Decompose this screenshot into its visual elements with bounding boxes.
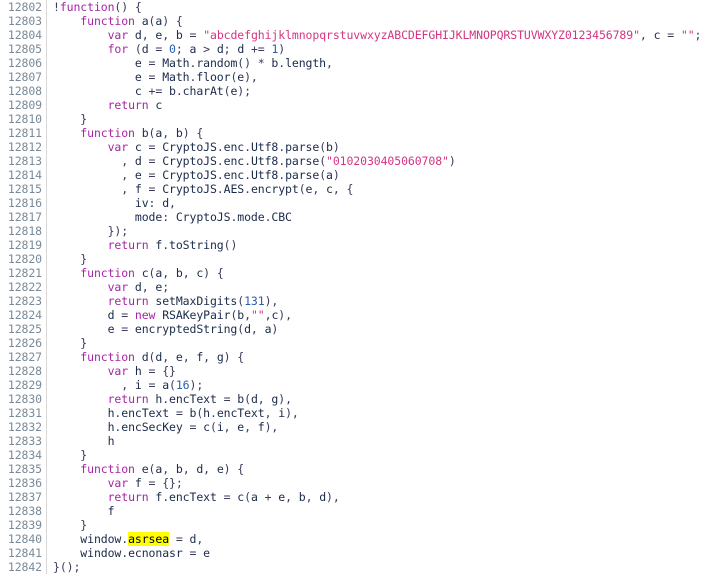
code-line[interactable]: function a(a) { [53, 14, 704, 28]
line-number: 12809 [7, 98, 42, 112]
code-line[interactable]: h.encSecKey = c(i, e, f), [53, 420, 704, 434]
code-line[interactable]: return f.encText = c(a + e, b, d), [53, 490, 704, 504]
code-line[interactable]: return f.toString() [53, 238, 704, 252]
line-number: 12836 [7, 476, 42, 490]
code-line[interactable]: var c = CryptoJS.enc.Utf8.parse(b) [53, 140, 704, 154]
line-number: 12829 [7, 378, 42, 392]
line-number: 12804 [7, 28, 42, 42]
code-line[interactable]: return c [53, 98, 704, 112]
search-match-highlight: asrsea [128, 532, 170, 546]
code-line[interactable]: } [53, 336, 704, 350]
code-line[interactable]: window.asrsea = d, [53, 532, 704, 546]
code-line[interactable]: function b(a, b) { [53, 126, 704, 140]
code-line[interactable]: }); [53, 224, 704, 238]
line-number: 12835 [7, 462, 42, 476]
line-number-gutter: 12802 12803 12804 12805 12806 12807 12808 12809… [0, 0, 47, 574]
code-line[interactable]: iv: d, [53, 196, 704, 210]
code-line[interactable]: var d, e; [53, 280, 704, 294]
code-line[interactable]: e = Math.floor(e), [53, 70, 704, 84]
code-line[interactable]: , e = CryptoJS.enc.Utf8.parse(a) [53, 168, 704, 182]
line-number: 12805 [7, 42, 42, 56]
line-number: 12808 [7, 84, 42, 98]
line-number: 12814 [7, 168, 42, 182]
line-number: 12841 [7, 546, 42, 560]
line-number: 12837 [7, 490, 42, 504]
code-line[interactable]: var d, e, b = "abcdefghijklmnopqrstuvwxy… [53, 28, 704, 42]
code-line[interactable]: } [53, 448, 704, 462]
line-number: 12830 [7, 392, 42, 406]
line-number: 12822 [7, 280, 42, 294]
line-number: 12839 [7, 518, 42, 532]
code-line[interactable]: var h = {} [53, 364, 704, 378]
code-editor[interactable]: 12802 12803 12804 12805 12806 12807 12808 12809… [0, 0, 704, 575]
line-number: 12832 [7, 420, 42, 434]
line-number: 12810 [7, 112, 42, 126]
line-number: 12812 [7, 140, 42, 154]
code-line[interactable]: , d = CryptoJS.enc.Utf8.parse("010203040… [53, 154, 704, 168]
code-line[interactable]: }(); [53, 560, 704, 574]
code-line[interactable]: !function() { [53, 0, 704, 14]
code-line[interactable]: c += b.charAt(e); [53, 84, 704, 98]
code-line[interactable]: mode: CryptoJS.mode.CBC [53, 210, 704, 224]
line-number: 12840 [7, 532, 42, 546]
code-line[interactable]: window.ecnonasr = e [53, 546, 704, 560]
code-line[interactable]: function c(a, b, c) { [53, 266, 704, 280]
line-number: 12820 [7, 252, 42, 266]
line-number: 12831 [7, 406, 42, 420]
line-number: 12833 [7, 434, 42, 448]
code-line[interactable]: function d(d, e, f, g) { [53, 350, 704, 364]
line-number: 12819 [7, 238, 42, 252]
code-line[interactable]: for (d = 0; a > d; d += 1) [53, 42, 704, 56]
line-number: 12821 [7, 266, 42, 280]
line-number: 12817 [7, 210, 42, 224]
code-line[interactable]: var f = {}; [53, 476, 704, 490]
line-number: 12803 [7, 14, 42, 28]
line-number: 12838 [7, 504, 42, 518]
line-number: 12826 [7, 336, 42, 350]
code-line[interactable]: e = Math.random() * b.length, [53, 56, 704, 70]
code-line[interactable]: return h.encText = b(d, g), [53, 392, 704, 406]
line-number: 12825 [7, 322, 42, 336]
line-number: 12823 [7, 294, 42, 308]
code-content-area[interactable]: !function() { function a(a) { var d, e, … [47, 0, 704, 574]
code-line[interactable]: , i = a(16); [53, 378, 704, 392]
code-line[interactable]: e = encryptedString(d, a) [53, 322, 704, 336]
code-line[interactable]: } [53, 112, 704, 126]
code-line[interactable]: h [53, 434, 704, 448]
code-line[interactable]: d = new RSAKeyPair(b,"",c), [53, 308, 704, 322]
line-number: 12834 [7, 448, 42, 462]
line-number: 12842 [7, 560, 42, 574]
code-line[interactable]: function e(a, b, d, e) { [53, 462, 704, 476]
line-number: 12816 [7, 196, 42, 210]
line-number: 12828 [7, 364, 42, 378]
line-number: 12827 [7, 350, 42, 364]
code-line[interactable]: } [53, 518, 704, 532]
line-number: 12813 [7, 154, 42, 168]
line-number: 12824 [7, 308, 42, 322]
line-number: 12818 [7, 224, 42, 238]
line-number: 12802 [7, 0, 42, 14]
line-number: 12811 [7, 126, 42, 140]
code-line[interactable]: f [53, 504, 704, 518]
line-number: 12806 [7, 56, 42, 70]
code-line[interactable]: } [53, 252, 704, 266]
line-number: 12815 [7, 182, 42, 196]
code-line[interactable]: return setMaxDigits(131), [53, 294, 704, 308]
line-number: 12807 [7, 70, 42, 84]
code-line[interactable]: h.encText = b(h.encText, i), [53, 406, 704, 420]
code-line[interactable]: , f = CryptoJS.AES.encrypt(e, c, { [53, 182, 704, 196]
